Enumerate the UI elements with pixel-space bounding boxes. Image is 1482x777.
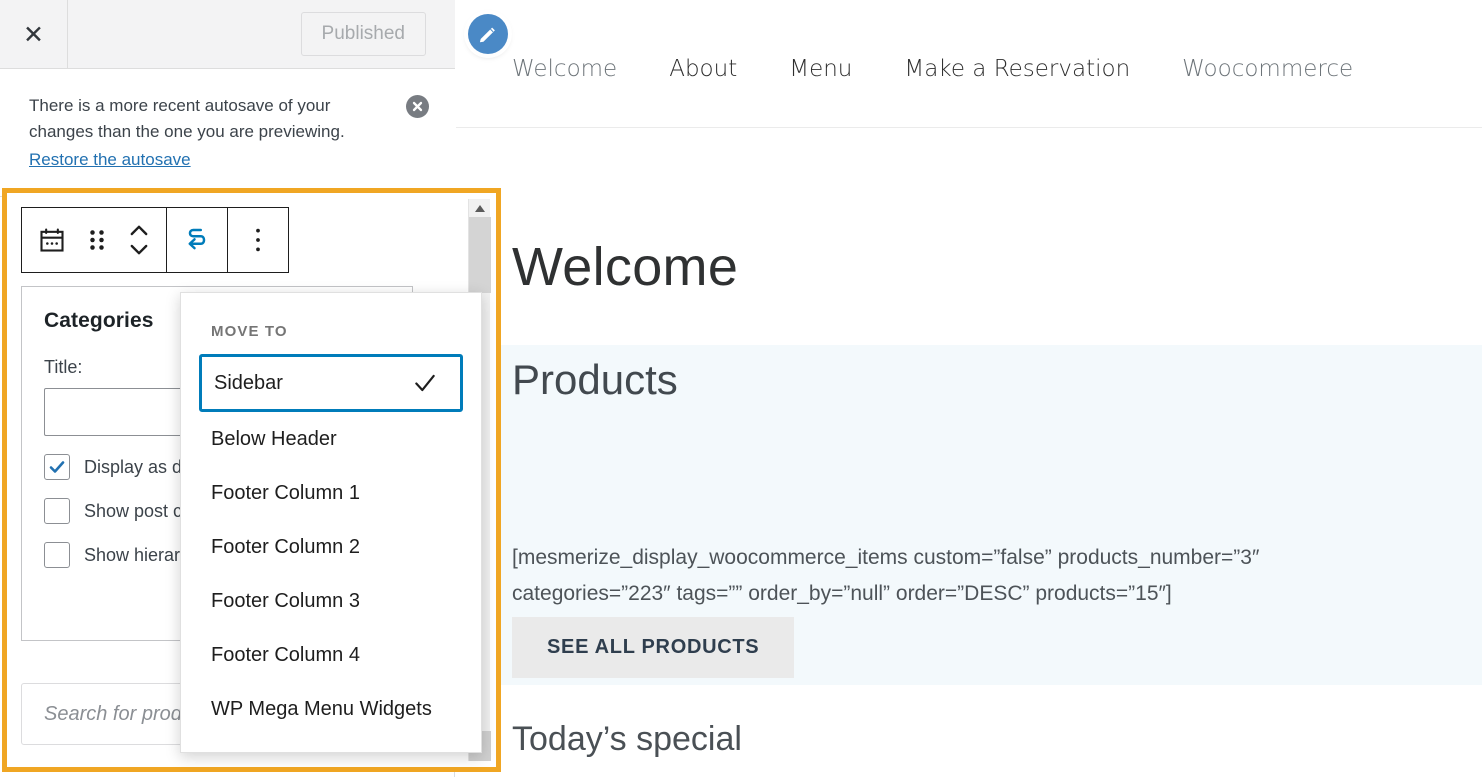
checkmark-icon xyxy=(412,370,438,396)
checkbox-show-hierarchy[interactable] xyxy=(44,542,70,568)
move-to-heading: MOVE TO xyxy=(211,323,288,340)
move-to-item-footer-column-2[interactable]: Footer Column 2 xyxy=(181,520,481,574)
three-dots-vertical-icon[interactable] xyxy=(234,208,282,272)
move-to-item-sidebar[interactable]: Sidebar xyxy=(199,354,463,412)
move-to-item-footer-column-4[interactable]: Footer Column 4 xyxy=(181,628,481,682)
move-to-item-footer-column-3[interactable]: Footer Column 3 xyxy=(181,574,481,628)
nav-item-about[interactable]: About xyxy=(669,56,737,82)
app-root: ✕ Published There is a more recent autos… xyxy=(0,0,1482,777)
customizer-header: ✕ Published xyxy=(0,0,455,69)
move-to-arrow-icon[interactable] xyxy=(173,208,221,272)
todays-special-heading: Today’s special xyxy=(512,720,742,758)
move-to-item-below-header[interactable]: Below Header xyxy=(181,412,481,466)
block-toolbar-group-move xyxy=(167,208,228,272)
products-shortcode-text: [mesmerize_display_woocommerce_items cus… xyxy=(512,546,1260,605)
customizer-panel: ✕ Published There is a more recent autos… xyxy=(0,0,501,777)
calendar-block-icon[interactable] xyxy=(28,208,76,272)
move-to-item-label: Footer Column 4 xyxy=(211,643,360,666)
dismiss-circle-icon[interactable] xyxy=(406,95,429,118)
products-heading: Products xyxy=(512,356,678,403)
move-to-item-footer-column-1[interactable]: Footer Column 1 xyxy=(181,466,481,520)
site-preview: Welcome About Menu Make a Reservation Wo… xyxy=(456,0,1482,777)
close-icon: ✕ xyxy=(23,19,44,49)
see-all-products-button[interactable]: SEE ALL PRODUCTS xyxy=(512,617,795,678)
move-to-item-label: Footer Column 2 xyxy=(211,535,360,558)
move-to-item-label: Footer Column 1 xyxy=(211,481,360,504)
close-customizer-button[interactable]: ✕ xyxy=(0,0,68,68)
move-to-item-label: Footer Column 3 xyxy=(211,589,360,612)
nav-item-woocommerce[interactable]: Woocommerce xyxy=(1182,56,1353,82)
block-toolbar xyxy=(21,207,289,273)
move-to-item-label: Below Header xyxy=(211,427,337,450)
move-to-dropdown: MOVE TO Sidebar Below Header Footer Colu… xyxy=(180,292,482,753)
nav-item-menu[interactable]: Menu xyxy=(789,56,852,82)
nav-item-make-a-reservation[interactable]: Make a Reservation xyxy=(904,56,1130,82)
checkbox-display-as-dropdown[interactable] xyxy=(44,454,70,480)
move-to-item-label: Sidebar xyxy=(214,371,283,394)
checkbox-show-post-counts[interactable] xyxy=(44,498,70,524)
autosave-notice: There is a more recent autosave of your … xyxy=(0,69,455,197)
drag-handle-icon[interactable] xyxy=(76,208,118,272)
scrollbar-thumb[interactable] xyxy=(469,217,491,293)
block-toolbar-group-more xyxy=(228,208,288,272)
publish-button[interactable]: Published xyxy=(300,12,426,56)
chevron-up-down-icon[interactable] xyxy=(118,208,160,272)
products-section: Products [mesmerize_display_woocommerce_… xyxy=(456,345,1482,685)
nav-links: Welcome About Menu Make a Reservation Wo… xyxy=(512,56,1405,82)
pencil-edit-icon[interactable] xyxy=(468,14,508,54)
move-to-item-wp-mega-menu-widgets[interactable]: WP Mega Menu Widgets xyxy=(181,682,481,736)
page-title: Welcome xyxy=(512,237,739,297)
scroll-up-arrow-icon[interactable] xyxy=(469,199,491,217)
block-toolbar-group-primary xyxy=(22,208,167,272)
move-to-item-label: WP Mega Menu Widgets xyxy=(211,697,432,720)
site-navigation: Welcome About Menu Make a Reservation Wo… xyxy=(456,0,1482,128)
nav-item-welcome[interactable]: Welcome xyxy=(512,56,617,82)
restore-autosave-link[interactable]: Restore the autosave xyxy=(29,150,191,170)
autosave-notice-text: There is a more recent autosave of your … xyxy=(29,96,345,142)
